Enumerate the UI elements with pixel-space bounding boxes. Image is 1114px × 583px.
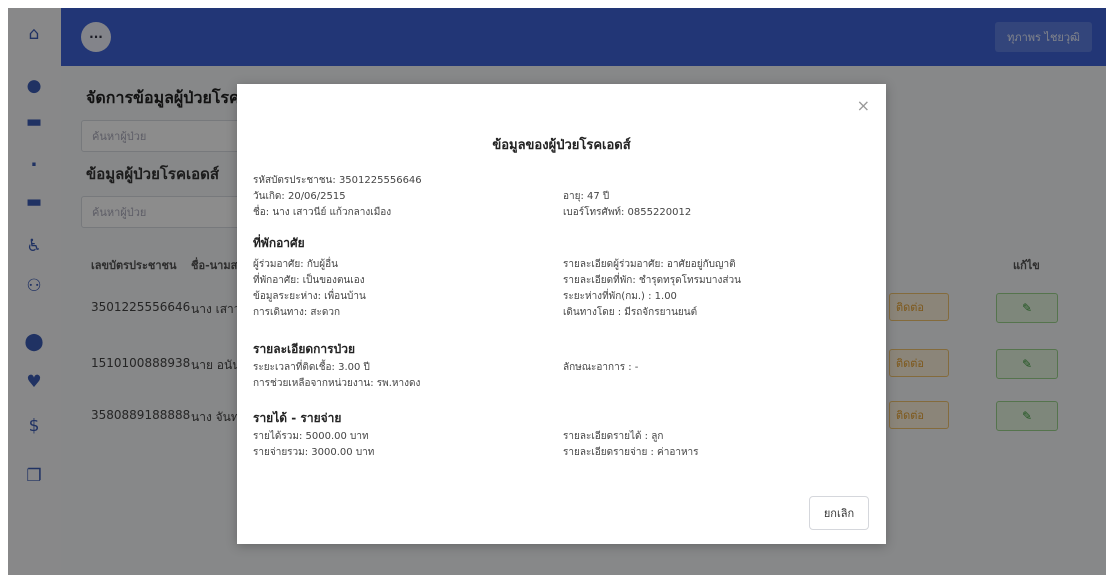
age-text: อายุ: 47 ปี: [563, 191, 610, 202]
symptoms-text: ลักษณะอาการ : -: [563, 362, 639, 373]
travel-by-text: เดินทางโดย : มีรถจักรยานยนต์: [563, 307, 698, 318]
income-detail-text: รายละเอียดรายได้ : ลูก: [563, 431, 664, 442]
modal-title: ข้อมูลของผู้ป่วยโรคเอดส์: [492, 138, 631, 153]
expense-detail-text: รายละเอียดรายจ่าย : ค่าอาหาร: [563, 447, 699, 458]
id-card-text: รหัสบัตรประชาชน: 3501225556646: [253, 175, 422, 186]
birth-date-text: วันเกิด: 20/06/2515: [253, 191, 346, 202]
cohabit-detail-text: รายละเอียดผู้ร่วมอาศัย: อาศัยอยู่กับญาติ: [563, 259, 736, 270]
residence-detail-text: รายละเอียดที่พัก: ชำรุดทรุดโทรมบางส่วน: [563, 275, 741, 286]
residence-text: ที่พักอาศัย: เป็นของตนเอง: [253, 275, 365, 286]
distance-info-text: ข้อมูลระยะห่าง: เพื่อนบ้าน: [253, 291, 366, 302]
close-icon[interactable]: ×: [857, 96, 870, 115]
app-frame: ⌂ ● ▬ ⬝ ▬ ♿ ⚇ ⬤ ♥ $ ❐ ··· ทุภาพร ไชยวุฒิ…: [8, 8, 1106, 575]
expense-text: รายจ่ายรวม: 3000.00 บาท: [253, 447, 375, 458]
cohabit-text: ผู้ร่วมอาศัย: กับผู้อื่น: [253, 259, 338, 270]
cancel-button[interactable]: ยกเลิก: [809, 496, 869, 530]
travel-text: การเดินทาง: สะดวก: [253, 307, 341, 318]
agency-help-text: การช่วยเหลือจากหน่วยงาน: รพ.หางดง: [253, 378, 421, 389]
distance-km-text: ระยะห่างที่พัก(กม.) : 1.00: [563, 291, 677, 302]
finance-section-title: รายได้ - รายจ่าย: [253, 411, 342, 425]
illness-section-title: รายละเอียดการป่วย: [253, 342, 355, 356]
income-text: รายได้รวม: 5000.00 บาท: [253, 431, 369, 442]
patient-detail-modal: × ข้อมูลของผู้ป่วยโรคเอดส์ รหัสบัตรประชา…: [237, 84, 886, 544]
housing-section-title: ที่พักอาศัย: [253, 236, 305, 250]
name-text: ชื่อ: นาง เสาวนีย์ แก้วกลางเมือง: [253, 207, 392, 218]
phone-text: เบอร์โทรศัพท์: 0855220012: [563, 207, 692, 218]
infection-duration-text: ระยะเวลาที่ติดเชื้อ: 3.00 ปี: [253, 362, 370, 373]
